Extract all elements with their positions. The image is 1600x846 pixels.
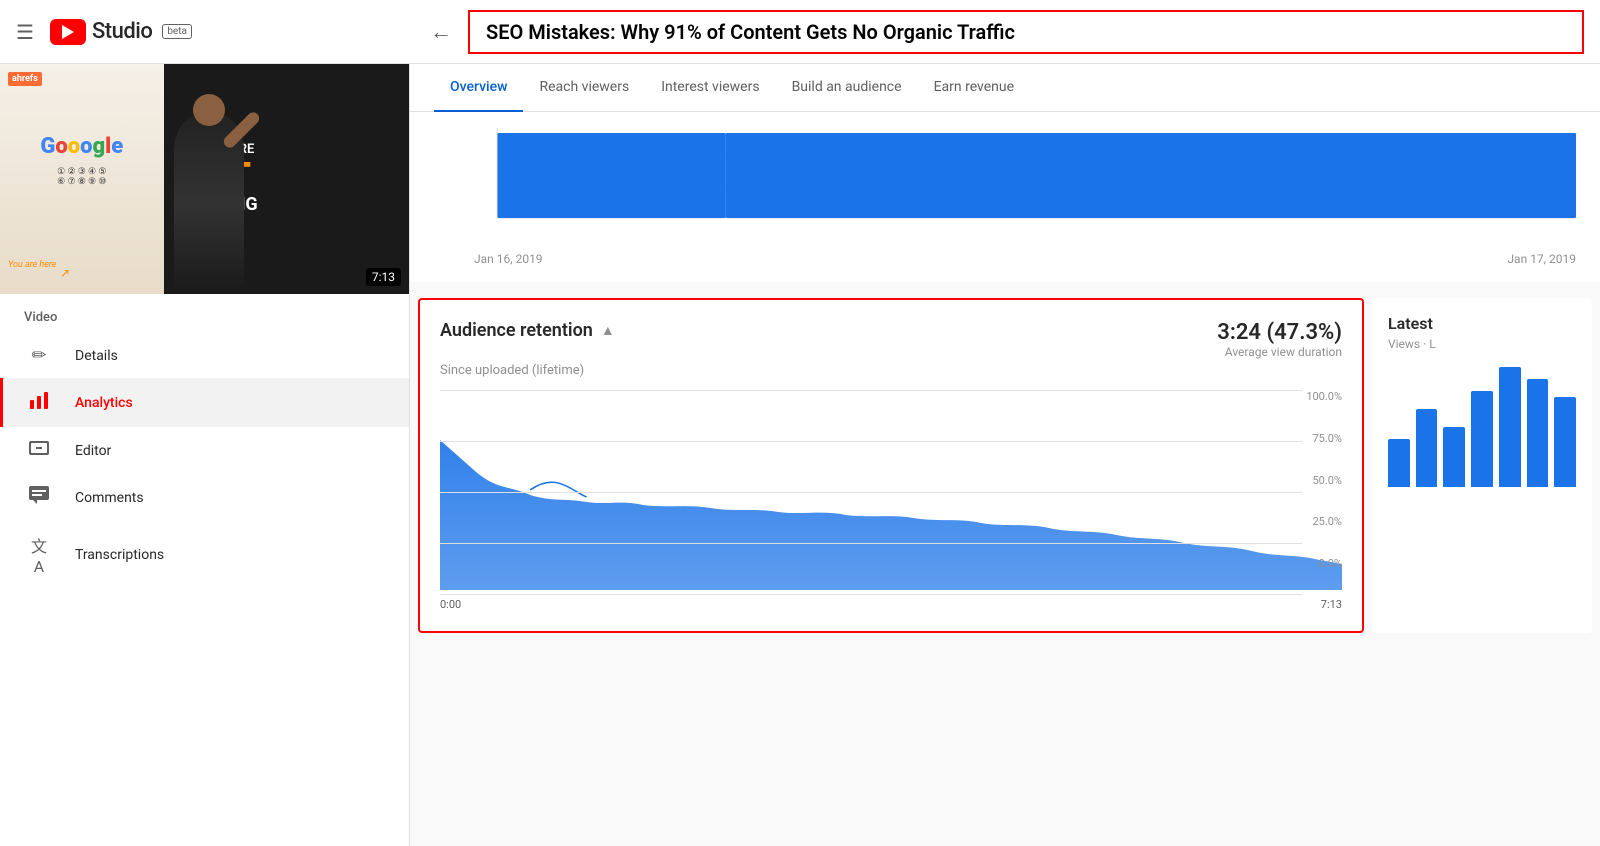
- latest-bar-5: [1499, 367, 1521, 487]
- menu-icon[interactable]: ☰: [16, 20, 34, 44]
- ahrefs-badge: ahrefs: [8, 72, 42, 86]
- grid-line-100: [440, 390, 1302, 391]
- retention-panel: Audience retention ▲ 3:24 (47.3%) Averag…: [418, 298, 1364, 633]
- retention-title: Audience retention: [440, 320, 593, 341]
- tab-interest-viewers[interactable]: Interest viewers: [645, 64, 775, 112]
- latest-panel: Latest Views · L: [1372, 298, 1592, 633]
- chart-date-end: Jan 17, 2019: [1507, 252, 1576, 266]
- thumbnail-overlay: ahrefs Gooogle ① ② ③ ④ ⑤ ⑥ ⑦ ⑧ ⑨ ⑩ You a…: [0, 64, 409, 294]
- retention-curve-svg: [440, 390, 1342, 590]
- comments-icon: [27, 486, 51, 509]
- y-label-0: 0.0%: [1306, 557, 1342, 570]
- editor-label: Editor: [75, 443, 111, 459]
- details-label: Details: [75, 348, 118, 364]
- header-left: ☰ Studio beta: [16, 19, 426, 45]
- retention-subtitle: Since uploaded (lifetime): [440, 363, 1342, 378]
- chart-dates: Jan 16, 2019 Jan 17, 2019: [434, 248, 1576, 266]
- latest-bar-4: [1471, 391, 1493, 487]
- sidebar-item-transcriptions[interactable]: 文A Transcriptions: [0, 521, 409, 588]
- analytics-icon: [27, 390, 51, 415]
- video-duration: 7:13: [366, 268, 401, 286]
- header: ☰ Studio beta ← SEO Mistakes: Why 91% of …: [0, 0, 1600, 64]
- transcriptions-label: Transcriptions: [75, 547, 164, 563]
- retention-metric-value: 3:24 (47.3%): [1217, 320, 1342, 345]
- x-label-start: 0:00: [440, 598, 461, 611]
- person-silhouette: [174, 114, 244, 294]
- tab-build-audience[interactable]: Build an audience: [776, 64, 918, 112]
- youtube-play-icon: [50, 19, 86, 45]
- header-title-area: ← SEO Mistakes: Why 91% of Content Gets …: [426, 10, 1584, 54]
- y-label-100: 100.0%: [1306, 390, 1342, 403]
- details-icon: ✏: [27, 345, 51, 366]
- grid-line-75: [440, 441, 1302, 442]
- latest-title: Latest: [1388, 314, 1576, 333]
- grid-line-25: [440, 543, 1302, 544]
- tab-earn-revenue[interactable]: Earn revenue: [918, 64, 1030, 112]
- thumbnail-left-section: ahrefs Gooogle ① ② ③ ④ ⑤ ⑥ ⑦ ⑧ ⑨ ⑩ You a…: [0, 64, 164, 294]
- y-label-50: 50.0%: [1306, 474, 1342, 487]
- sidebar-item-details[interactable]: ✏ Details: [0, 333, 409, 378]
- chart-date-start: Jan 16, 2019: [474, 252, 543, 266]
- latest-bar-7: [1554, 397, 1576, 487]
- video-thumbnail[interactable]: ahrefs Gooogle ① ② ③ ④ ⑤ ⑥ ⑦ ⑧ ⑨ ⑩ You a…: [0, 64, 409, 294]
- grid-line-50: [440, 492, 1302, 493]
- arrow-icon: ↗: [60, 266, 70, 280]
- latest-bar-6: [1527, 379, 1549, 487]
- latest-bar-3: [1443, 427, 1465, 487]
- content-area: Overview Reach viewers Interest viewers …: [410, 64, 1600, 846]
- sidebar-video-label: Video: [0, 294, 409, 333]
- transcriptions-icon: 文A: [27, 533, 51, 576]
- retention-panel-header: Audience retention ▲ 3:24 (47.3%) Averag…: [440, 320, 1342, 359]
- thumbnail-image: ahrefs Gooogle ① ② ③ ④ ⑤ ⑥ ⑦ ⑧ ⑨ ⑩ You a…: [0, 64, 409, 294]
- y-label-75: 75.0%: [1306, 432, 1342, 445]
- person-head: [193, 94, 225, 126]
- main-area: ahrefs Gooogle ① ② ③ ④ ⑤ ⑥ ⑦ ⑧ ⑨ ⑩ You a…: [0, 64, 1600, 846]
- views-chart: [434, 128, 1576, 248]
- latest-bar-1: [1388, 439, 1410, 487]
- chart-x-labels: 0:00 7:13: [440, 594, 1342, 611]
- thumbnail-right-section: WHY YOU'RE NOT RANKING: [164, 64, 409, 294]
- views-bar-svg: [434, 128, 1576, 238]
- you-are-here-label: You are here: [8, 260, 56, 270]
- beta-badge: beta: [162, 24, 192, 39]
- ranking-numbers: ① ② ③ ④ ⑤ ⑥ ⑦ ⑧ ⑨ ⑩: [57, 167, 106, 187]
- chart-y-labels: 100.0% 75.0% 50.0% 25.0% 0.0%: [1306, 390, 1342, 570]
- youtube-studio-logo: Studio beta: [50, 19, 192, 45]
- analytics-label: Analytics: [75, 395, 133, 411]
- top-chart-section: Jan 16, 2019 Jan 17, 2019: [410, 112, 1600, 282]
- tab-overview[interactable]: Overview: [434, 64, 523, 112]
- latest-bar-chart: [1388, 367, 1576, 487]
- retention-chart: 100.0% 75.0% 50.0% 25.0% 0.0%: [440, 390, 1342, 594]
- charts-area: Jan 16, 2019 Jan 17, 2019 Audience reten…: [410, 112, 1600, 846]
- retention-metric: 3:24 (47.3%) Average view duration: [1217, 320, 1342, 359]
- video-title: SEO Mistakes: Why 91% of Content Gets No…: [468, 10, 1584, 54]
- sidebar-item-comments[interactable]: Comments: [0, 474, 409, 521]
- sidebar-item-analytics[interactable]: Analytics: [0, 378, 409, 427]
- studio-label: Studio: [92, 19, 152, 44]
- y-label-25: 25.0%: [1306, 515, 1342, 528]
- comments-label: Comments: [75, 490, 144, 506]
- tab-reach-viewers[interactable]: Reach viewers: [523, 64, 645, 112]
- google-logo: Gooogle: [40, 134, 123, 159]
- latest-bar-2: [1416, 409, 1438, 487]
- sidebar-item-editor[interactable]: Editor: [0, 427, 409, 474]
- latest-subtitle: Views · L: [1388, 337, 1576, 351]
- bottom-panels: Audience retention ▲ 3:24 (47.3%) Averag…: [410, 290, 1600, 641]
- back-button[interactable]: ←: [426, 15, 456, 49]
- retention-metric-label: Average view duration: [1217, 345, 1342, 359]
- retention-title-group: Audience retention ▲: [440, 320, 615, 341]
- tabs-bar: Overview Reach viewers Interest viewers …: [410, 64, 1600, 112]
- editor-icon: [27, 439, 51, 462]
- grid-line-0: [440, 594, 1302, 595]
- warning-icon: ▲: [601, 322, 615, 339]
- sidebar: ahrefs Gooogle ① ② ③ ④ ⑤ ⑥ ⑦ ⑧ ⑨ ⑩ You a…: [0, 64, 410, 846]
- x-label-end: 7:13: [1321, 598, 1342, 611]
- sidebar-navigation: ✏ Details Analytics: [0, 333, 409, 588]
